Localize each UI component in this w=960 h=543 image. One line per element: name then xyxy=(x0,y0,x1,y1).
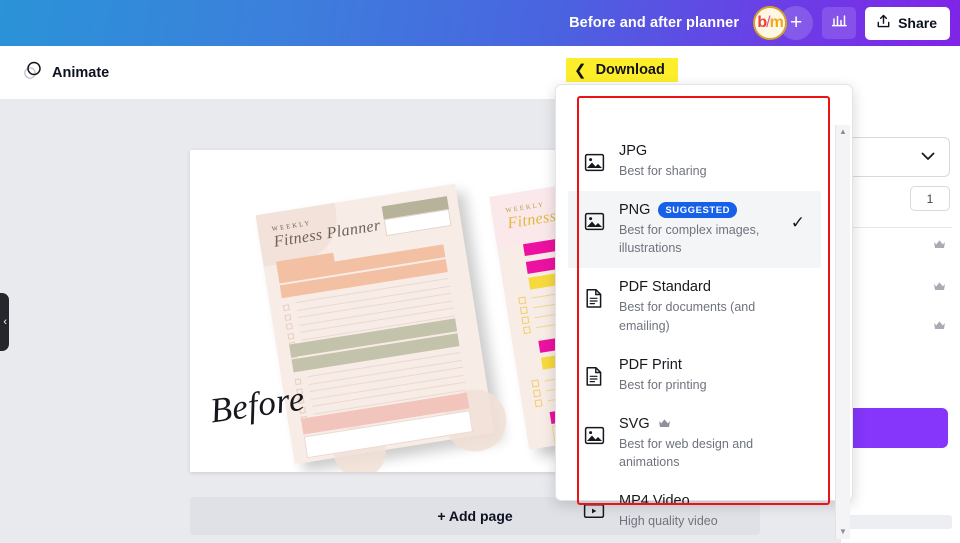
image-icon xyxy=(582,152,606,173)
image-icon xyxy=(582,211,606,232)
animate-circles-icon xyxy=(22,60,43,85)
share-label: Share xyxy=(898,15,937,31)
upload-icon xyxy=(876,14,891,32)
avatar-initial-1: b xyxy=(757,14,767,31)
avatar-initial-3: m xyxy=(769,14,784,31)
file-type-subtitle: Best for printing xyxy=(619,377,707,392)
app-root: Before and after planner b / m + Share A… xyxy=(0,0,960,543)
download-header-highlight[interactable]: ❮ Download xyxy=(566,58,678,82)
chevron-down-icon xyxy=(921,148,935,166)
file-type-select[interactable] xyxy=(846,137,950,177)
check-icon: ✓ xyxy=(790,213,805,233)
file-type-option-svg[interactable]: SVG Best for web design and animations xyxy=(568,405,821,482)
share-button[interactable]: Share xyxy=(865,6,950,40)
file-type-name: SVG xyxy=(619,415,650,432)
crown-icon xyxy=(933,279,946,297)
file-type-list: JPG Best for sharing PNG SUGGESTED Best … xyxy=(568,132,821,537)
document-icon xyxy=(582,366,606,387)
crown-icon xyxy=(658,418,671,429)
chevron-left-icon: ‹ xyxy=(3,316,7,328)
file-type-option-png[interactable]: PNG SUGGESTED Best for complex images, i… xyxy=(568,191,821,269)
file-type-subtitle: Best for complex images, illustrations xyxy=(619,223,760,256)
download-dropdown: ❮ Download ▲ ▼ JPG Best for sharing PNG … xyxy=(555,46,860,539)
panel-footer xyxy=(844,515,952,529)
collaborator-group: b / m + xyxy=(753,6,814,40)
file-type-subtitle: Best for sharing xyxy=(619,164,707,178)
image-icon xyxy=(582,425,606,446)
chevron-left-icon[interactable]: ❮ xyxy=(574,63,587,78)
triangle-up-icon[interactable]: ▲ xyxy=(839,128,847,136)
animate-label: Animate xyxy=(52,64,110,81)
animate-button[interactable]: Animate xyxy=(14,54,117,91)
video-icon xyxy=(582,502,606,520)
download-title: Download xyxy=(595,62,665,78)
menu-scrollbar[interactable]: ▲ ▼ xyxy=(835,125,850,539)
collapse-sidebar-button[interactable]: ‹ xyxy=(0,293,9,351)
planner-artwork-before: WEEKLY Fitness Planner xyxy=(255,183,511,472)
file-type-name: JPG xyxy=(619,143,648,159)
file-type-option-pdf-print[interactable]: PDF Print Best for printing xyxy=(568,346,821,405)
file-type-menu: ▲ ▼ JPG Best for sharing PNG SUGGESTED B… xyxy=(555,84,853,539)
crown-icon xyxy=(933,318,946,336)
file-type-subtitle: Best for web design and animations xyxy=(619,436,754,469)
file-type-name: MP4 Video xyxy=(619,493,690,509)
document-icon xyxy=(582,288,606,309)
bar-chart-icon xyxy=(831,13,848,34)
avatar[interactable]: b / m xyxy=(753,6,788,40)
file-type-name: PDF Standard xyxy=(619,279,711,296)
file-type-option-pdf-standard[interactable]: PDF Standard Best for documents (and ema… xyxy=(568,268,821,345)
file-type-option-mp4[interactable]: MP4 Video High quality video xyxy=(568,482,821,537)
document-title: Before and after planner xyxy=(569,15,740,31)
file-type-name: PDF Print xyxy=(619,356,682,373)
status-badge: SUGGESTED xyxy=(658,202,738,219)
file-type-option-jpg[interactable]: JPG Best for sharing xyxy=(568,132,821,191)
crown-icon xyxy=(933,237,946,255)
file-type-name: PNG xyxy=(619,202,651,219)
file-type-subtitle: Best for documents (and emailing) xyxy=(619,300,756,333)
insights-button[interactable] xyxy=(822,7,857,39)
panel-divider xyxy=(844,227,952,228)
file-type-subtitle: High quality video xyxy=(619,514,718,528)
triangle-down-icon[interactable]: ▼ xyxy=(839,528,847,536)
page-quantity-input[interactable]: 1 xyxy=(910,186,950,211)
top-toolbar: Before and after planner b / m + Share xyxy=(0,0,960,46)
